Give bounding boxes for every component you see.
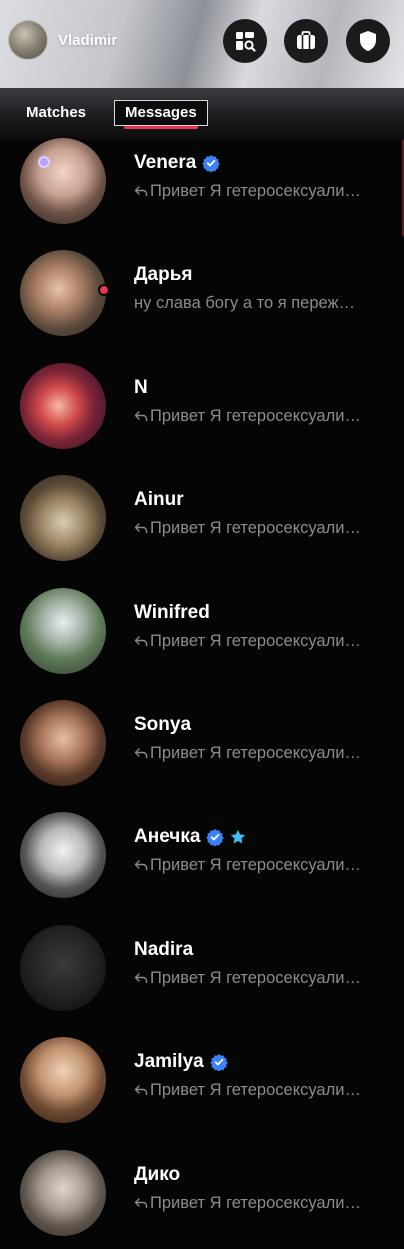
match-avatar[interactable] [20,1037,106,1124]
match-avatar[interactable] [20,699,106,786]
message-preview: Привет Я гетеросексуали… [134,632,396,651]
passport-button[interactable] [284,19,328,63]
reply-arrow-icon [134,1082,148,1096]
top-bar: Vladimir [0,0,404,88]
conversation-row[interactable]: Ainur Привет Я гетеросексуали… [0,473,404,585]
match-name: Ainur [134,489,184,511]
conversation-row[interactable]: N Привет Я гетеросексуали… [0,361,404,473]
active-tab-indicator [124,126,198,129]
name-line: Анечка [134,826,247,848]
explore-icon [236,32,256,52]
conversation-row[interactable]: Sonya Привет Я гетеросексуали… [0,698,404,810]
match-name: Nadira [134,938,194,960]
match-name: Sonya [134,713,192,735]
conversation-row[interactable]: Анечка Привет Я гетеросексуали… [0,810,404,922]
messages-screen: Vladimir Matches Messages Venera Привет … [0,0,404,1249]
message-preview: Привет Я гетеросексуали… [134,407,396,426]
user-profile[interactable]: Vladimir [8,20,117,60]
conversation-row[interactable]: Nadira Привет Я гетеросексуали… [0,923,404,1035]
message-list: Venera Привет Я гетеросексуали… Дарья ну сл… [0,136,404,1249]
match-avatar[interactable] [20,587,106,674]
match-avatar[interactable] [20,924,106,1011]
message-preview-text: Привет Я гетеросексуали… [150,182,361,200]
message-preview-text: Привет Я гетеросексуали… [150,519,361,538]
match-avatar[interactable] [20,475,106,562]
name-line: Nadira [134,939,193,961]
tab-messages[interactable]: Messages [114,100,208,129]
explore-button[interactable] [223,19,267,63]
message-preview-text: Привет Я гетеросексуали… [150,856,361,875]
conversation-row[interactable]: Venera Привет Я гетеросексуали… [0,136,404,248]
verified-badge-icon [206,828,225,847]
message-preview: ну слава богу а то я переж… [134,294,396,313]
match-name: Winifred [134,601,210,623]
tab-messages-label: Messages [125,104,197,121]
match-name: Jamilya [134,1051,204,1073]
reply-arrow-icon [134,1195,148,1208]
message-preview: Привет Я гетеросексуали… [134,182,396,201]
conversation-row[interactable]: Jamilya Привет Я гетеросексуали… [0,1035,404,1147]
message-preview: Привет Я гетеросексуали… [134,969,396,988]
verified-badge-icon [210,1053,228,1072]
reply-arrow-icon [134,183,148,197]
reply-arrow-icon [134,408,148,421]
super-like-star-icon [229,828,247,846]
match-avatar[interactable] [20,250,106,337]
message-preview-text: Привет Я гетеросексуали… [150,631,361,650]
name-line: Дико [134,1164,180,1186]
safety-button[interactable] [346,19,390,63]
match-name: Venera [134,152,197,173]
name-line: Sonya [134,714,191,736]
match-avatar[interactable] [20,812,106,899]
conversation-row[interactable]: Дико Привет Я гетеросексуали… [0,1148,404,1249]
verified-badge-icon [202,154,221,173]
message-preview-text: Привет Я гетеросексуали… [150,1193,361,1212]
match-avatar[interactable] [20,138,106,224]
name-line: Дарья [134,264,192,286]
message-preview-text: Привет Я гетеросексуали… [150,968,361,987]
message-preview-text: Привет Я гетеросексуали… [150,743,361,762]
reply-arrow-icon [134,857,148,871]
message-preview-text: Привет Я гетеросексуали… [150,406,361,425]
name-line: N [134,377,148,399]
message-preview: Привет Я гетеросексуали… [134,1081,396,1100]
name-line: Winifred [134,602,210,624]
shield-icon [360,31,376,51]
passport-icon [297,31,315,49]
tab-bar: Matches Messages [0,88,404,140]
name-line: Jamilya [134,1051,228,1073]
message-preview: Привет Я гетеросексуали… [134,744,396,763]
message-preview: Привет Я гетеросексуали… [134,1194,396,1213]
conversation-row[interactable]: Winifred Привет Я гетеросексуали… [0,586,404,698]
conversation-row[interactable]: Дарья ну слава богу а то я переж… [0,248,404,360]
name-line: Venera [134,152,221,174]
message-preview-text: ну слава богу а то я переж… [134,294,356,313]
message-preview: Привет Я гетеросексуали… [134,519,396,538]
match-name: N [134,376,148,398]
match-name: Дико [134,1163,181,1185]
match-avatar[interactable] [20,1149,106,1236]
name-line: Ainur [134,489,184,511]
online-indicator [98,284,110,297]
message-preview: Привет Я гетеросексуали… [134,856,396,875]
match-name: Дарья [134,264,193,286]
match-avatar[interactable] [20,362,106,449]
user-avatar[interactable] [8,20,48,60]
reply-arrow-icon [134,970,148,983]
reply-arrow-icon [134,633,148,646]
message-preview-text: Привет Я гетеросексуали… [150,1081,361,1100]
reply-arrow-icon [134,520,148,534]
tab-matches[interactable]: Matches [26,104,86,121]
reply-arrow-icon [134,745,148,759]
match-name: Анечка [134,826,201,848]
user-name: Vladimir [58,31,118,49]
flower-sticker-icon [38,156,50,168]
